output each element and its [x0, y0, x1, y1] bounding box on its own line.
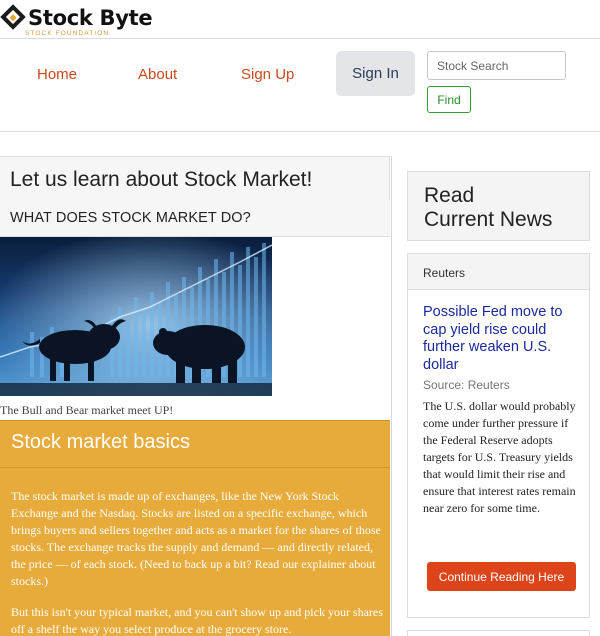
news-card: Reuters Possible Fed move to cap yield r…	[407, 253, 590, 618]
learn-subheader: WHAT DOES STOCK MARKET DO?	[0, 200, 390, 237]
learn-section: Let us learn about Stock Market! WHAT DO…	[0, 156, 391, 636]
bull-bear-image	[0, 237, 272, 396]
sign-in-button[interactable]: Sign In	[336, 51, 415, 96]
stock-basics-paragraph: But this isn't your typical market, and …	[11, 605, 383, 636]
stock-basics-title: Stock market basics	[11, 431, 190, 453]
news-source: Source: Reuters	[423, 378, 510, 392]
learn-header: Let us learn about Stock Market!	[0, 156, 390, 201]
nav-divider	[0, 131, 600, 132]
logo-name: Stock Byte	[28, 6, 153, 30]
news-heading-line1: Read	[424, 184, 475, 207]
news-header: Read Current News	[407, 171, 590, 241]
logo-diamond-icon	[0, 4, 26, 30]
stock-basics-panel: Stock market basics The stock market is …	[0, 420, 390, 636]
news-headline-link[interactable]: Possible Fed move to cap yield rise coul…	[423, 304, 583, 374]
stock-byte-logo[interactable]: Stock Byte STOCK FOUNDATION	[0, 4, 160, 38]
page-title: Let us learn about Stock Market!	[10, 168, 313, 191]
stock-basics-paragraph: The stock market is made up of exchanges…	[11, 489, 381, 588]
news-card-header: Reuters	[408, 254, 589, 290]
news-heading: Read Current News	[424, 184, 552, 232]
stock-search-input[interactable]	[427, 51, 566, 80]
stock-basics-header: Stock market basics	[0, 421, 390, 468]
news-heading-line2: Current News	[424, 208, 553, 231]
nav-signup-link[interactable]: Sign Up	[241, 66, 294, 83]
continue-reading-button[interactable]: Continue Reading Here	[427, 562, 576, 591]
news-card-next	[407, 630, 590, 636]
section-subtitle: WHAT DOES STOCK MARKET DO?	[10, 210, 251, 226]
bull-bear-illustration	[0, 237, 272, 396]
header-divider	[0, 38, 600, 39]
nav-about-link[interactable]: About	[138, 66, 177, 83]
image-caption: The Bull and Bear market meet UP!	[0, 403, 174, 417]
news-card-source-name: Reuters	[423, 266, 466, 280]
nav-home-link[interactable]: Home	[37, 66, 77, 83]
logo-tagline: STOCK FOUNDATION	[25, 30, 110, 37]
find-button[interactable]: Find	[427, 86, 471, 113]
news-summary: The U.S. dollar would probably come unde…	[423, 399, 576, 515]
column-divider	[391, 156, 392, 636]
